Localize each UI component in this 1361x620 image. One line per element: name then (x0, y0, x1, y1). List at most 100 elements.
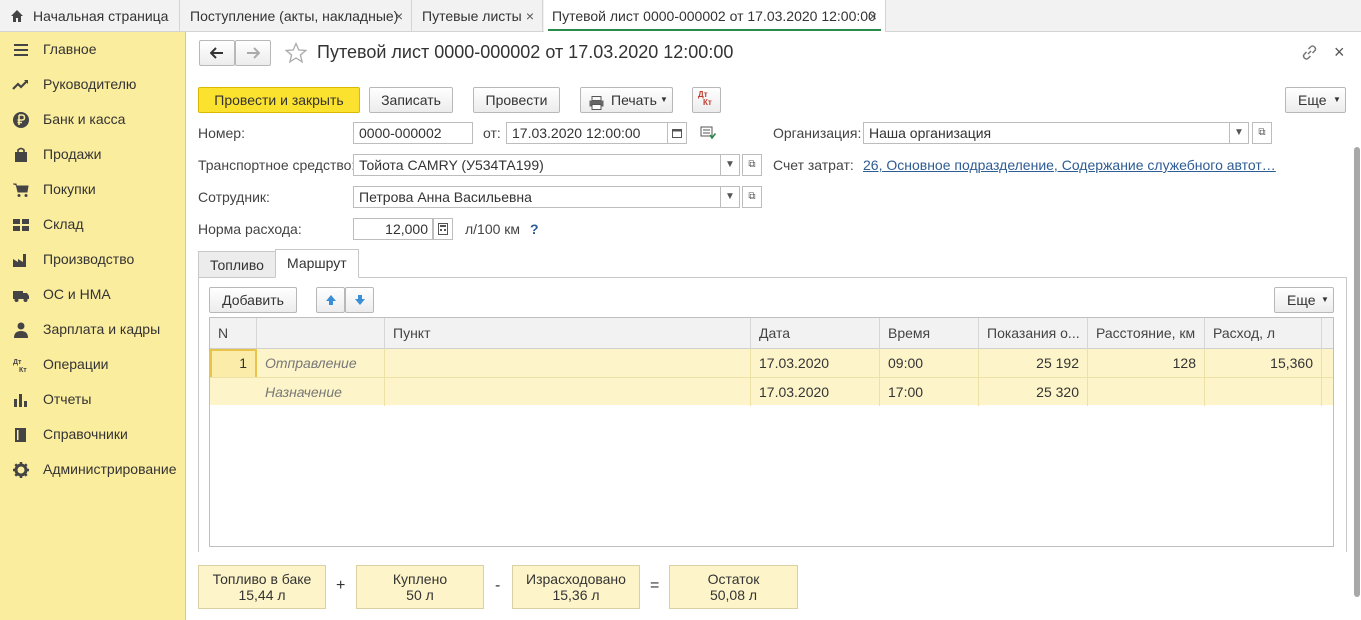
distance-cell[interactable] (1088, 378, 1205, 406)
sidebar-item-main[interactable]: Главное (0, 32, 186, 67)
forward-button[interactable] (235, 40, 271, 66)
odometer-cell[interactable]: 25 320 (979, 378, 1088, 406)
post-button[interactable]: Провести (473, 87, 560, 113)
dt-kt-icon: Дт Кт (698, 91, 716, 109)
move-down-button[interactable] (345, 287, 374, 313)
sidebar-item-payroll[interactable]: Зарплата и кадры (0, 312, 186, 347)
sidebar-item-administration[interactable]: Администрирование (0, 452, 186, 487)
column-header-point[interactable]: Пункт (385, 318, 751, 349)
consumption-cell[interactable] (1205, 378, 1322, 406)
save-button[interactable]: Записать (369, 87, 453, 113)
column-header-type[interactable] (257, 318, 385, 349)
open-icon[interactable]: ⧉ (742, 186, 762, 208)
column-header-distance[interactable]: Расстояние, км (1088, 318, 1205, 349)
sidebar-item-label: Отчеты (43, 391, 92, 407)
link-icon[interactable] (1301, 44, 1318, 64)
date-field[interactable]: 17.03.2020 12:00:00 (506, 122, 668, 144)
chevron-down-icon[interactable]: ▼ (720, 186, 740, 208)
close-icon[interactable]: × (526, 0, 534, 32)
document-list-icon[interactable] (700, 126, 717, 143)
route-more-button[interactable]: Еще ▼ (1274, 287, 1334, 313)
number-label: Номер: (198, 125, 245, 141)
sidebar-item-fixed-assets[interactable]: ОС и НМА (0, 277, 186, 312)
chevron-down-icon[interactable]: ▼ (720, 154, 740, 176)
sidebar-item-warehouse[interactable]: Склад (0, 207, 186, 242)
fuel-remaining-label: Остаток (707, 571, 760, 587)
ruble-icon (12, 111, 30, 129)
sidebar-item-sales[interactable]: Продажи (0, 137, 186, 172)
gear-icon (12, 461, 30, 479)
point-cell[interactable] (385, 378, 751, 406)
scrollbar-thumb[interactable] (1354, 147, 1360, 597)
tab-waybill-document[interactable]: Путевой лист 0000-000002 от 17.03.2020 1… (544, 0, 886, 32)
sidebar-item-operations[interactable]: Дт Кт Операции (0, 347, 186, 382)
close-form-icon[interactable]: × (1334, 42, 1345, 63)
chevron-down-icon[interactable]: ▼ (1229, 122, 1249, 144)
date-cell[interactable]: 17.03.2020 (751, 349, 880, 377)
consumption-cell[interactable]: 15,360 (1205, 349, 1322, 377)
tab-receipts[interactable]: Поступление (акты, накладные) × (181, 0, 412, 32)
point-cell[interactable] (385, 349, 751, 377)
sidebar-item-reports[interactable]: Отчеты (0, 382, 186, 417)
vehicle-label: Транспортное средство: (198, 157, 356, 173)
chevron-down-icon: ▼ (1333, 95, 1341, 104)
tab-home[interactable]: Начальная страница (0, 0, 180, 32)
norm-field[interactable]: 12,000 (353, 218, 433, 240)
time-cell[interactable]: 17:00 (880, 378, 979, 406)
calculator-icon[interactable] (433, 218, 453, 240)
close-icon[interactable]: × (395, 0, 403, 32)
route-table: N Пункт Дата Время Показания о... Рассто… (209, 317, 1334, 547)
column-header-date[interactable]: Дата (751, 318, 880, 349)
more-button[interactable]: Еще ▼ (1285, 87, 1346, 113)
sidebar-item-label: Операции (43, 356, 109, 372)
printer-icon (589, 93, 604, 117)
tab-fuel[interactable]: Топливо (198, 251, 276, 278)
number-field[interactable]: 0000-000002 (353, 122, 473, 144)
employee-field[interactable]: Петрова Анна Васильевна (353, 186, 740, 208)
form-scrollbar[interactable] (1352, 125, 1361, 620)
equals-sign: = (650, 577, 660, 594)
organization-field[interactable]: Наша организация (863, 122, 1240, 144)
column-header-consumption[interactable]: Расход, л (1205, 318, 1322, 349)
home-icon (10, 0, 24, 32)
fuel-bought-box: Куплено 50 л (356, 565, 484, 609)
add-button[interactable]: Добавить (209, 287, 297, 313)
odometer-cell[interactable]: 25 192 (979, 349, 1088, 377)
point-type-cell[interactable]: Назначение (257, 378, 385, 406)
sidebar-item-directories[interactable]: Справочники (0, 417, 186, 452)
open-icon[interactable]: ⧉ (1252, 122, 1272, 144)
fuel-bought-value: 50 л (406, 587, 434, 603)
tab-waybills[interactable]: Путевые листы × (413, 0, 543, 32)
svg-text:Дт: Дт (13, 359, 22, 366)
calendar-icon[interactable] (667, 122, 687, 144)
tab-route[interactable]: Маршрут (275, 249, 359, 278)
table-row[interactable]: 1 Отправление 17.03.2020 09:00 25 192 12… (210, 349, 1333, 405)
table-row[interactable]: Назначение 17.03.2020 17:00 25 320 (210, 377, 1333, 406)
fuel-spent-value: 15,36 л (552, 587, 600, 603)
close-icon[interactable]: × (869, 0, 877, 32)
point-type-cell[interactable]: Отправление (257, 349, 385, 377)
column-header-odometer[interactable]: Показания о... (979, 318, 1088, 349)
dt-kt-button[interactable]: Дт Кт (692, 87, 721, 113)
cost-account-link[interactable]: 26, Основное подразделение, Содержание с… (863, 157, 1276, 173)
distance-cell[interactable]: 128 (1088, 349, 1205, 377)
back-button[interactable] (199, 40, 235, 66)
sidebar-item-manager[interactable]: Руководителю (0, 67, 186, 102)
bar-chart-icon (12, 391, 30, 409)
move-up-button[interactable] (316, 287, 345, 313)
open-icon[interactable]: ⧉ (742, 154, 762, 176)
column-header-n[interactable]: N (210, 318, 257, 349)
date-cell[interactable]: 17.03.2020 (751, 378, 880, 406)
print-button[interactable]: Печать ▼ (580, 87, 673, 113)
organization-label: Организация: (773, 125, 862, 141)
help-icon[interactable]: ? (530, 221, 539, 237)
post-and-close-button[interactable]: Провести и закрыть (198, 87, 360, 113)
plus-sign: + (336, 577, 346, 594)
vehicle-field[interactable]: Тойота CAMRY (У534ТА199) (353, 154, 740, 176)
column-header-time[interactable]: Время (880, 318, 979, 349)
time-cell[interactable]: 09:00 (880, 349, 979, 377)
sidebar-item-bank[interactable]: Банк и касса (0, 102, 186, 137)
star-icon[interactable] (284, 41, 308, 67)
sidebar-item-production[interactable]: Производство (0, 242, 186, 277)
sidebar-item-purchases[interactable]: Покупки (0, 172, 186, 207)
